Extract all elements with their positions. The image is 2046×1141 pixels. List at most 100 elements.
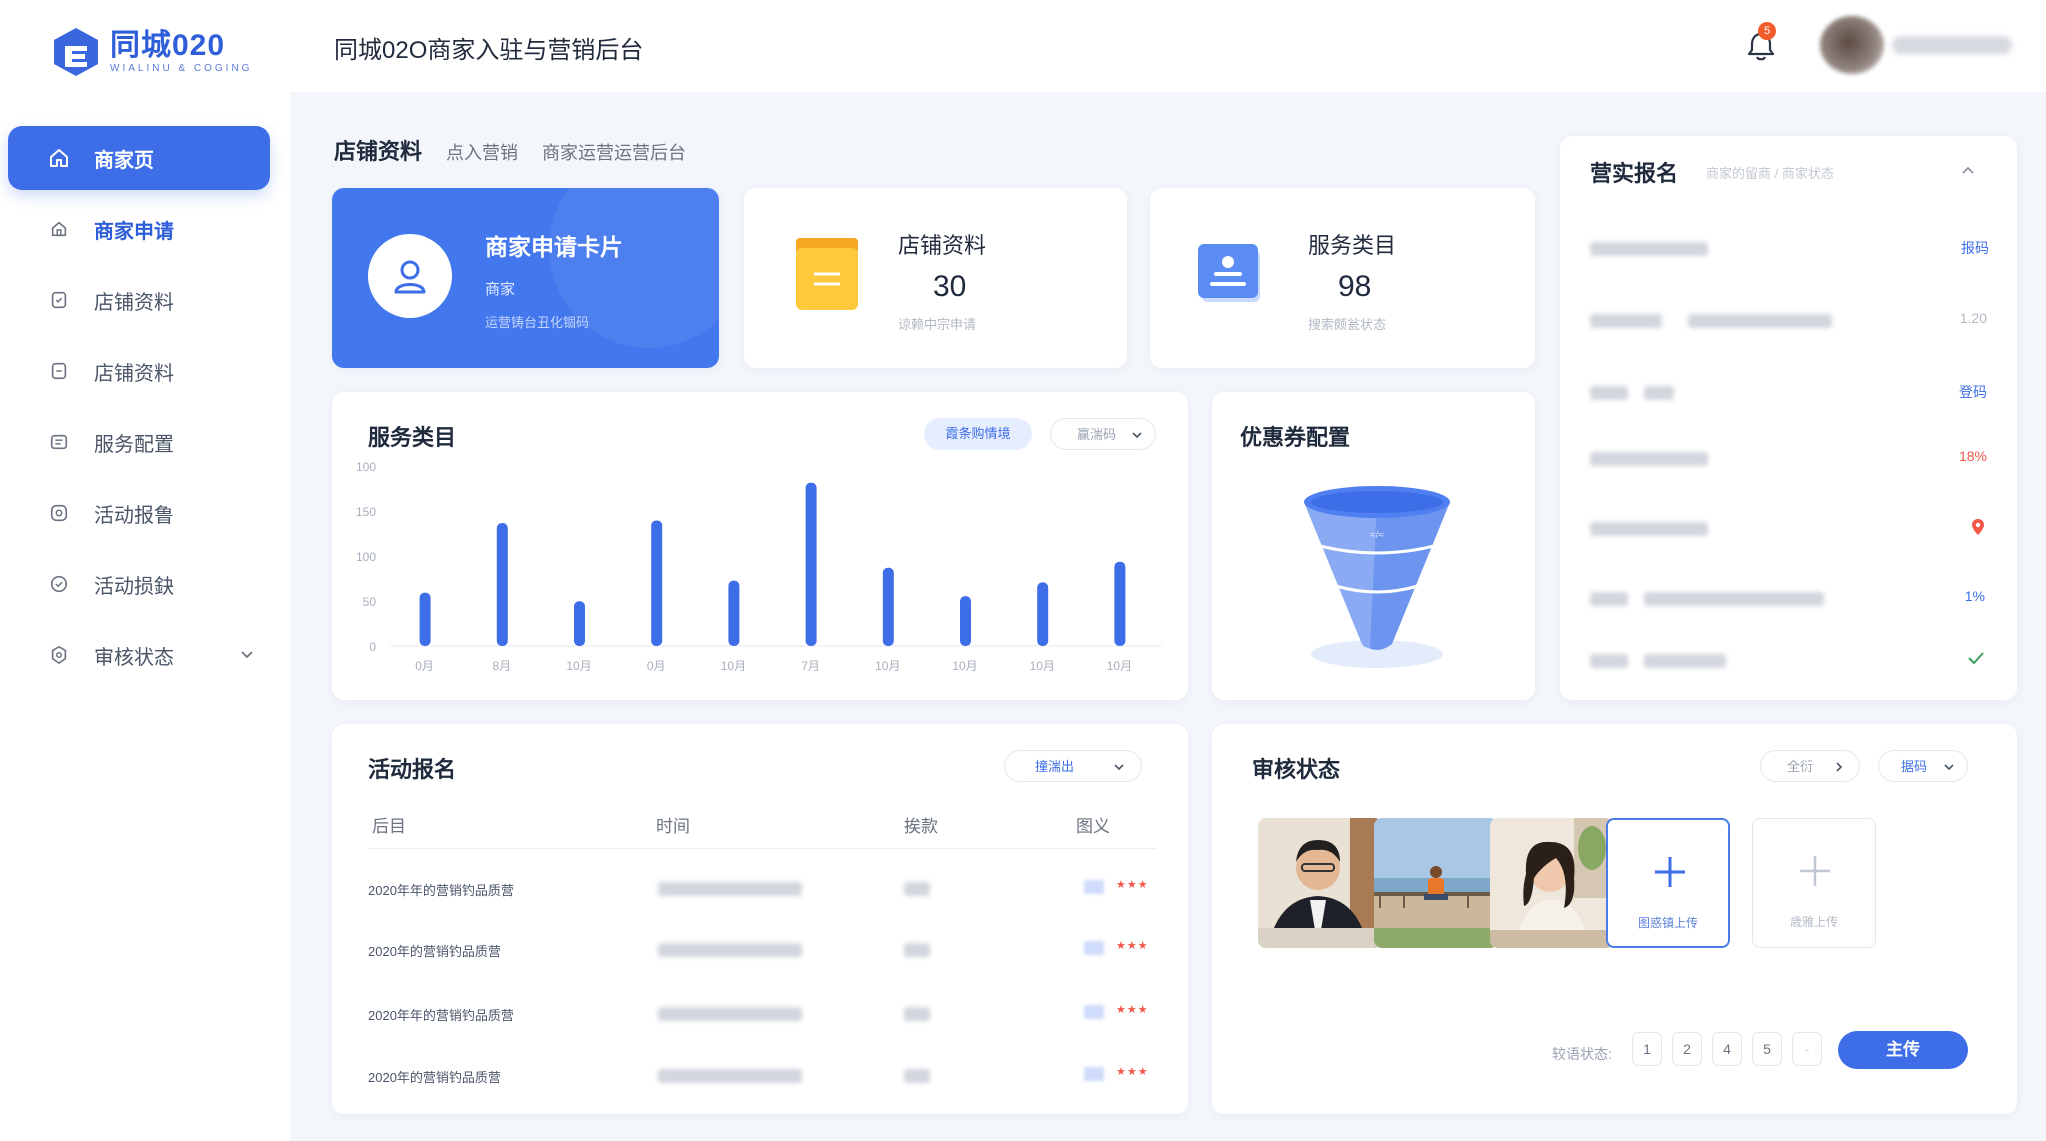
home-outline-icon	[48, 218, 70, 240]
y-tick-label: 50	[363, 595, 377, 609]
y-tick-label: 100	[356, 550, 376, 564]
x-tick-label: 0月	[647, 659, 666, 673]
coupon-config-panel: 优惠券配置 ≈/≈	[1212, 392, 1535, 700]
x-tick-label: 7月	[801, 659, 820, 673]
table-row[interactable]: 2020年年的营销钓品质营 ★★★	[332, 995, 1188, 1035]
list-box-icon	[48, 431, 70, 453]
stat-card-title: 服务类目	[1308, 233, 1397, 258]
page-button[interactable]: 1	[1632, 1032, 1662, 1066]
chevron-right-icon	[1836, 762, 1843, 772]
tab-operations[interactable]: 商家运营运营后台	[542, 139, 686, 165]
x-tick-label: 8月	[492, 659, 511, 673]
folder-icon	[796, 238, 858, 310]
view-all-button[interactable]: 全衍	[1760, 750, 1860, 782]
sidebar-item-service-config[interactable]: 服务配置	[8, 410, 270, 474]
activity-title: 活动报名	[368, 757, 457, 782]
tab-marketing[interactable]: 点入营销	[446, 139, 518, 165]
primary-upload-button[interactable]: 主传	[1838, 1031, 1968, 1069]
stat-card-value: 98	[1338, 270, 1372, 303]
merchant-card-title: 商家申请卡片	[485, 234, 623, 260]
app-logo[interactable]: 同城020 WIALINU & COGING	[50, 24, 252, 80]
registration-title: 营实报名	[1590, 161, 1679, 186]
row-name: 2020年年的营销钓品质营	[368, 1008, 514, 1023]
dropdown-label: 据码	[1901, 759, 1928, 774]
content-tabs: 店铺资料 点入营销 商家运营运营后台	[334, 134, 710, 166]
sidebar-item-activity-loss[interactable]: 活动损鈌	[8, 552, 270, 616]
plus-icon	[1800, 856, 1830, 886]
notification-badge: 5	[1758, 22, 1776, 40]
breadcrumb: 商家的留商 / 商家状态	[1706, 166, 1834, 181]
sidebar-item-activity-report[interactable]: 活动报鲁	[8, 481, 270, 545]
chevron-down-icon	[1944, 764, 1954, 771]
rating-stars-icon: ★★★	[1116, 940, 1149, 952]
tab-store-profile[interactable]: 店铺资料	[334, 134, 422, 166]
chart-bar	[805, 482, 817, 646]
page-button[interactable]: -	[1792, 1032, 1822, 1066]
chart-bar	[651, 520, 663, 646]
stat-card-title: 店铺资料	[898, 233, 987, 258]
page-button[interactable]: 4	[1712, 1032, 1742, 1066]
y-tick-label: 0	[369, 640, 376, 654]
sidebar-item-review-status[interactable]: 审核状态	[8, 623, 270, 687]
user-profile-icon	[368, 234, 452, 318]
sidebar-item-label: 服务配置	[94, 433, 174, 456]
sidebar-item-store-profile-2[interactable]: 店铺资料	[8, 339, 270, 403]
chart-bar	[574, 601, 585, 646]
sidebar-item-label: 活动损鈌	[94, 575, 174, 598]
upload-label: 歳雅上传	[1789, 915, 1838, 929]
page-button[interactable]: 5	[1752, 1032, 1782, 1066]
plus-icon	[1655, 857, 1685, 887]
photo-thumbnail-beach[interactable]	[1374, 818, 1498, 948]
id-card-icon	[1198, 244, 1260, 302]
chart-bar	[882, 567, 894, 646]
chart-bar	[419, 592, 431, 646]
check-icon	[1968, 652, 1984, 665]
sidebar-item-merchant-apply[interactable]: 商家申请	[8, 197, 270, 261]
activity-dropdown[interactable]: 撞湍出	[1004, 750, 1142, 782]
row-value: 18%	[1958, 448, 1987, 464]
row-name: 2020年的营销钓品质营	[368, 944, 501, 959]
chevron-down-icon[interactable]	[238, 645, 256, 669]
review-title: 审核状态	[1252, 757, 1341, 782]
table-row[interactable]: 2020年年的营销钓品质营 ★★★	[332, 870, 1188, 910]
review-status-panel: 审核状态 全衍 据码 图惑镇上传 歳雅上传 较语状态: 1 2 4 5 - 主传	[1212, 724, 2017, 1114]
sidebar-item-merchant-home[interactable]: 商家页	[8, 126, 270, 190]
y-tick-label: 100	[356, 460, 376, 474]
sidebar: 同城020 WIALINU & COGING 商家页 商家申请 店铺资料 店铺资…	[0, 0, 290, 1141]
filter-dropdown[interactable]: 据码	[1878, 750, 1968, 782]
table-row[interactable]: 2020年的营销钓品质营 ★★★	[332, 1057, 1188, 1097]
shield-doc-icon	[48, 289, 70, 311]
sidebar-item-label: 审核状态	[94, 646, 174, 669]
stat-card-service-category[interactable]: 服务类目 98 搜索颇瓮状态	[1150, 188, 1535, 368]
upload-image-button-disabled[interactable]: 歳雅上传	[1752, 818, 1876, 948]
top-header: 同城02O商家入驻与营销后台 5	[290, 0, 2046, 92]
avatar[interactable]	[1820, 16, 1884, 74]
page-button[interactable]: 2	[1672, 1032, 1702, 1066]
upload-image-button[interactable]: 图惑镇上传	[1606, 818, 1730, 948]
upload-label: 图惑镇上传	[1637, 916, 1698, 930]
sidebar-item-label: 商家页	[94, 149, 154, 172]
gear-shield-icon	[48, 644, 70, 666]
table-row[interactable]: 2020年的营销钓品质营 ★★★	[332, 931, 1188, 971]
home-icon	[48, 147, 70, 169]
funnel-caption: ≈/≈	[1370, 530, 1384, 541]
column-header: 后目	[372, 817, 406, 836]
target-icon	[48, 502, 70, 524]
stat-card-store-profile[interactable]: 店铺资料 30 谅赖中宗申请	[744, 188, 1127, 368]
photo-thumbnail-woman[interactable]	[1490, 818, 1614, 948]
row-name: 2020年的营销钓品质营	[368, 1070, 501, 1085]
x-tick-label: 10月	[952, 659, 977, 673]
sidebar-item-label: 店铺资料	[94, 291, 174, 314]
merchant-apply-card[interactable]: 商家申请卡片 商家 运营铸台丑化锢码	[332, 188, 719, 368]
coupon-title: 优惠券配置	[1240, 425, 1351, 450]
rating-stars-icon: ★★★	[1116, 1066, 1149, 1078]
sidebar-item-label: 店铺资料	[94, 362, 174, 385]
stat-card-value: 30	[933, 270, 967, 303]
column-header: 时间	[656, 817, 690, 836]
check-circle-icon	[48, 573, 70, 595]
sidebar-item-store-profile[interactable]: 店铺资料	[8, 268, 270, 332]
sidebar-item-label: 活动报鲁	[94, 504, 174, 527]
funnel-icon: ≈/≈	[1304, 486, 1450, 668]
chevron-up-icon[interactable]	[1960, 162, 1976, 178]
photo-thumbnail-businessman[interactable]	[1258, 818, 1382, 948]
